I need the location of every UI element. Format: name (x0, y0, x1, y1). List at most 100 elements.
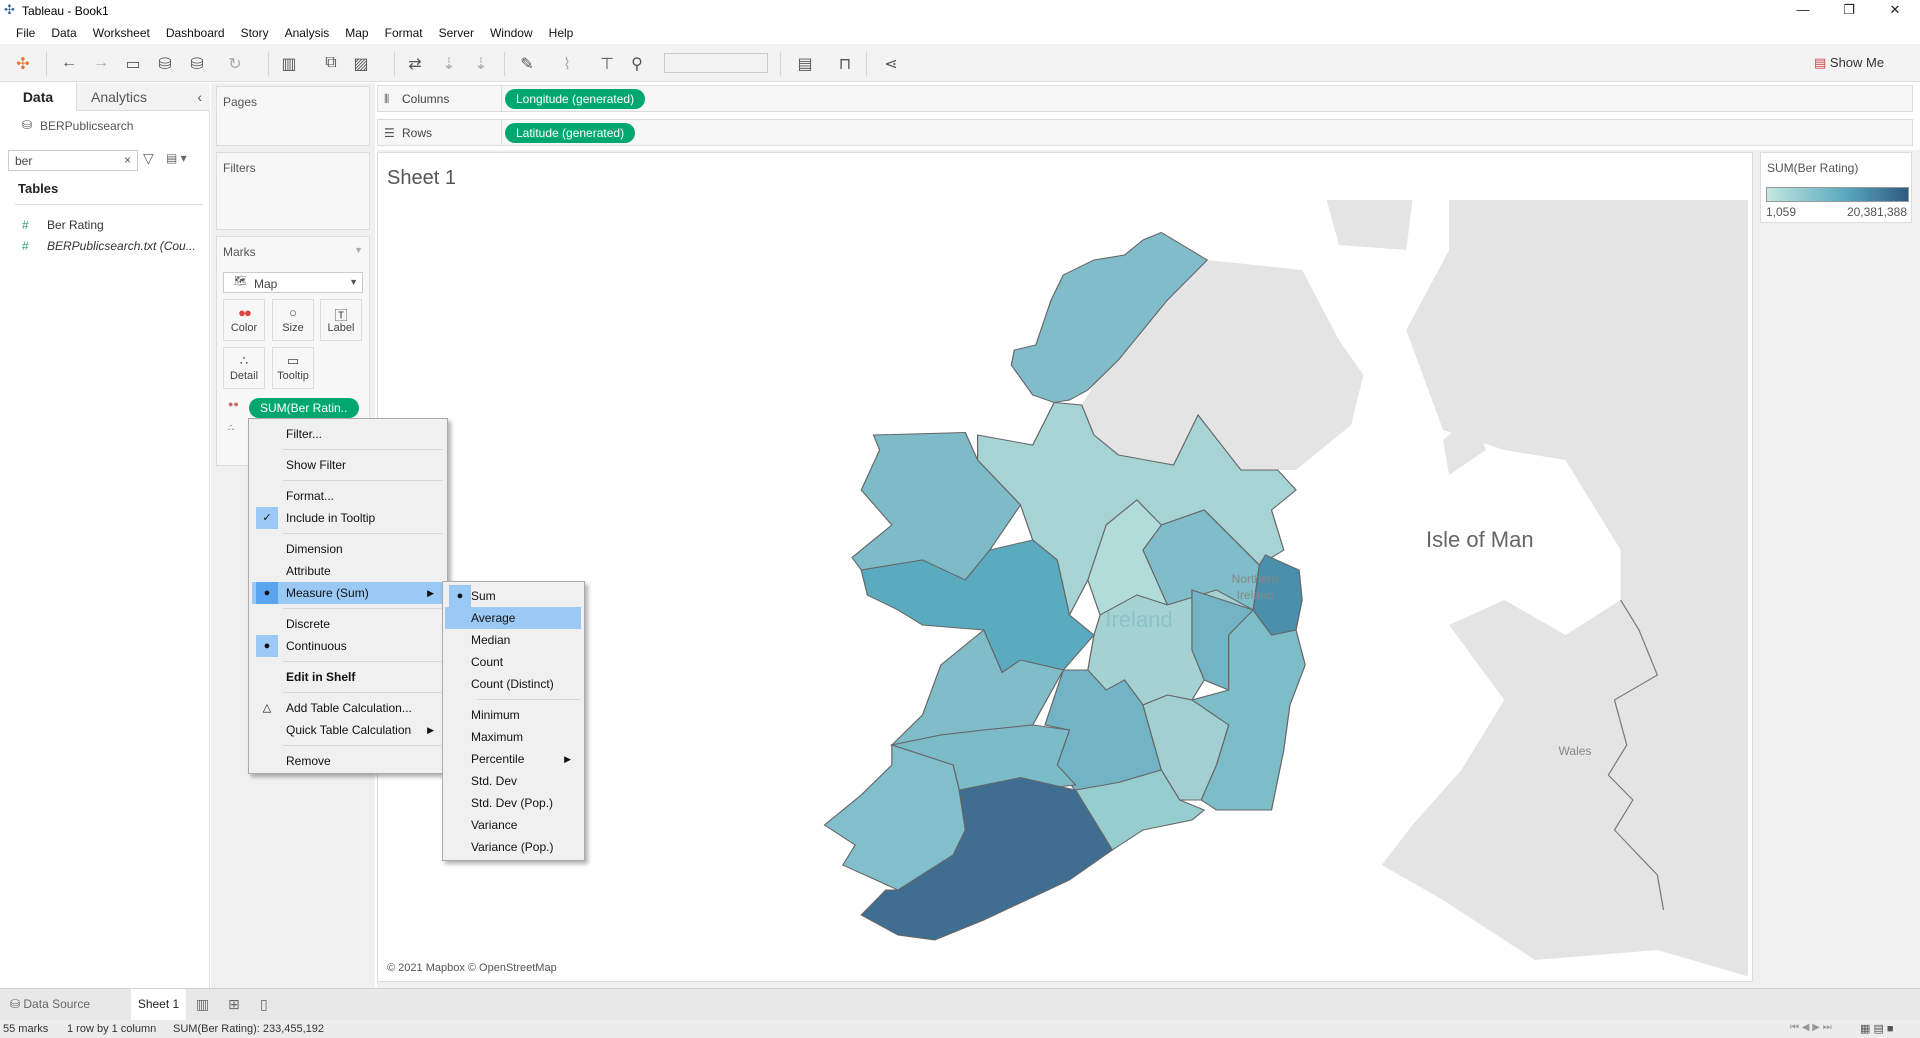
menu-file[interactable]: File (8, 22, 43, 44)
sort-descending-icon[interactable]: ⇣ (470, 54, 492, 74)
sheet-nav-icons[interactable]: ⏮ ◀ ▶ ⏭ (1790, 1022, 1832, 1033)
refresh-icon[interactable]: ↻ (224, 54, 246, 74)
menu-item-format[interactable]: Format... (252, 485, 444, 507)
tableau-home-icon[interactable]: ✣ (12, 54, 34, 74)
marks-menu-icon[interactable]: ▼ (354, 245, 363, 255)
clear-search-icon[interactable]: × (124, 153, 131, 167)
submenu-item-variance[interactable]: Variance (445, 814, 581, 836)
data-source-tab[interactable]: ⛁ Data Source (10, 997, 90, 1011)
new-worksheet-icon[interactable]: ▥ (278, 54, 300, 74)
menu-item-add-table-calculation[interactable]: △ Add Table Calculation... (252, 697, 444, 719)
menu-server[interactable]: Server (431, 22, 482, 44)
divider (15, 204, 203, 205)
duplicate-sheet-icon[interactable]: ⧉ (320, 54, 342, 72)
tab-data[interactable]: Data (0, 83, 76, 111)
mark-type-dropdown[interactable]: 🗺 Map ▼ (223, 272, 363, 293)
menu-story[interactable]: Story (233, 22, 277, 44)
map-attribution[interactable]: © 2021 Mapbox © OpenStreetMap (387, 962, 557, 974)
menu-item-quick-table-calculation[interactable]: Quick Table Calculation ▶ (252, 719, 444, 741)
highlight-icon[interactable]: ✎ (516, 54, 538, 74)
submenu-item-count[interactable]: Count (445, 651, 581, 673)
color-button[interactable]: ●● Color (223, 299, 265, 341)
menu-format[interactable]: Format (377, 22, 431, 44)
sum-ber-rating-pill[interactable]: SUM(Ber Ratin.. (249, 398, 359, 418)
menu-dashboard[interactable]: Dashboard (158, 22, 233, 44)
view-list-icon[interactable]: ▤ ▾ (166, 151, 187, 165)
sheet-title[interactable]: Sheet 1 (387, 167, 456, 190)
redo-icon[interactable]: → (90, 54, 112, 72)
menu-item-edit-in-shelf[interactable]: Edit in Shelf (252, 666, 444, 688)
menu-window[interactable]: Window (482, 22, 541, 44)
view-mode-icons[interactable]: ▦ ▤ ■ (1860, 1022, 1894, 1035)
minimize-button[interactable]: — (1780, 0, 1826, 22)
submenu-item-std-dev-pop[interactable]: Std. Dev (Pop.) (445, 792, 581, 814)
submenu-item-percentile[interactable]: Percentile ▶ (445, 748, 581, 770)
filter-icon[interactable]: ▽ (143, 150, 154, 167)
datasource-name[interactable]: BERPublicsearch (40, 119, 133, 133)
menu-item-measure-sum[interactable]: ● Measure (Sum) ▶ (252, 582, 444, 604)
fit-dropdown[interactable] (664, 53, 768, 73)
submenu-item-sum[interactable]: ● Sum (445, 585, 581, 607)
tab-sheet-1[interactable]: Sheet 1 (131, 989, 186, 1020)
submenu-item-minimum[interactable]: Minimum (445, 704, 581, 726)
new-story-icon[interactable]: ▯ (260, 996, 268, 1013)
menu-item-remove[interactable]: Remove (252, 750, 444, 772)
columns-shelf[interactable]: ⦀ Columns Longitude (generated) (377, 85, 1913, 112)
menu-map[interactable]: Map (337, 22, 376, 44)
pause-updates-icon[interactable]: ⛁ (186, 54, 208, 74)
menu-separator (283, 661, 443, 662)
menu-worksheet[interactable]: Worksheet (85, 22, 158, 44)
close-button[interactable]: ✕ (1872, 0, 1918, 22)
undo-icon[interactable]: ← (58, 54, 80, 72)
toolbar-divider (394, 52, 395, 76)
tab-analytics[interactable]: Analytics ‹ (76, 83, 210, 111)
latitude-pill[interactable]: Latitude (generated) (505, 123, 636, 143)
rows-shelf[interactable]: ☰ Rows Latitude (generated) (377, 119, 1913, 146)
search-input[interactable]: ber × (8, 150, 138, 171)
new-dashboard-icon[interactable]: ⊞ (228, 996, 240, 1013)
new-worksheet-icon[interactable]: ▥ (196, 996, 209, 1013)
clear-sheet-icon[interactable]: ▨ (350, 54, 372, 74)
menu-data[interactable]: Data (43, 22, 84, 44)
collapse-icon[interactable]: ‹ (197, 83, 202, 111)
show-labels-icon[interactable]: ⊤ (596, 54, 618, 74)
fix-axes-icon[interactable]: ⚲ (626, 54, 648, 74)
menu-item-show-filter[interactable]: Show Filter (252, 454, 444, 476)
submenu-item-median[interactable]: Median (445, 629, 581, 651)
tooltip-button[interactable]: ▭ Tooltip (272, 347, 314, 389)
restore-button[interactable]: ❐ (1826, 0, 1872, 22)
field-item[interactable]: # BERPublicsearch.txt (Cou... (22, 239, 207, 253)
field-item[interactable]: # Ber Rating (22, 218, 207, 232)
submenu-item-average[interactable]: Average (445, 607, 581, 629)
color-legend[interactable]: SUM(Ber Rating) 1,059 20,381,388 (1760, 152, 1912, 223)
group-icon[interactable]: ⌇ (556, 54, 578, 74)
size-button[interactable]: ○ Size (272, 299, 314, 341)
menu-item-attribute[interactable]: Attribute (252, 560, 444, 582)
show-cards-icon[interactable]: ▤ (794, 54, 816, 74)
pages-card[interactable]: Pages (216, 86, 370, 146)
swap-icon[interactable]: ⇄ (404, 54, 426, 74)
longitude-pill[interactable]: Longitude (generated) (505, 89, 646, 109)
menu-item-continuous[interactable]: ● Continuous (252, 635, 444, 657)
new-datasource-icon[interactable]: ⛁ (154, 54, 176, 74)
map[interactable]: Isle of Man Northern Ireland Ireland Wal… (383, 197, 1748, 977)
filters-card[interactable]: Filters (216, 152, 370, 230)
save-icon[interactable]: ▭ (122, 54, 144, 74)
menu-analysis[interactable]: Analysis (277, 22, 338, 44)
menu-help[interactable]: Help (541, 22, 582, 44)
label-button[interactable]: 🅃 Label (320, 299, 362, 341)
detail-button[interactable]: ∴ Detail (223, 347, 265, 389)
menu-item-include-in-tooltip[interactable]: ✓ Include in Tooltip (252, 507, 444, 529)
submenu-item-maximum[interactable]: Maximum (445, 726, 581, 748)
submenu-item-count-distinct[interactable]: Count (Distinct) (445, 673, 581, 695)
menu-item-discrete[interactable]: Discrete (252, 613, 444, 635)
submenu-item-std-dev[interactable]: Std. Dev (445, 770, 581, 792)
show-me-button[interactable]: ▤ Show Me (1814, 55, 1884, 71)
presentation-mode-icon[interactable]: ⊓ (834, 54, 856, 74)
submenu-item-variance-pop[interactable]: Variance (Pop.) (445, 836, 581, 858)
sort-ascending-icon[interactable]: ⇣ (438, 54, 460, 74)
menu-item-label: Show Filter (286, 458, 347, 472)
share-icon[interactable]: ⋖ (880, 54, 902, 74)
menu-item-filter[interactable]: Filter... (252, 423, 444, 445)
menu-item-dimension[interactable]: Dimension (252, 538, 444, 560)
